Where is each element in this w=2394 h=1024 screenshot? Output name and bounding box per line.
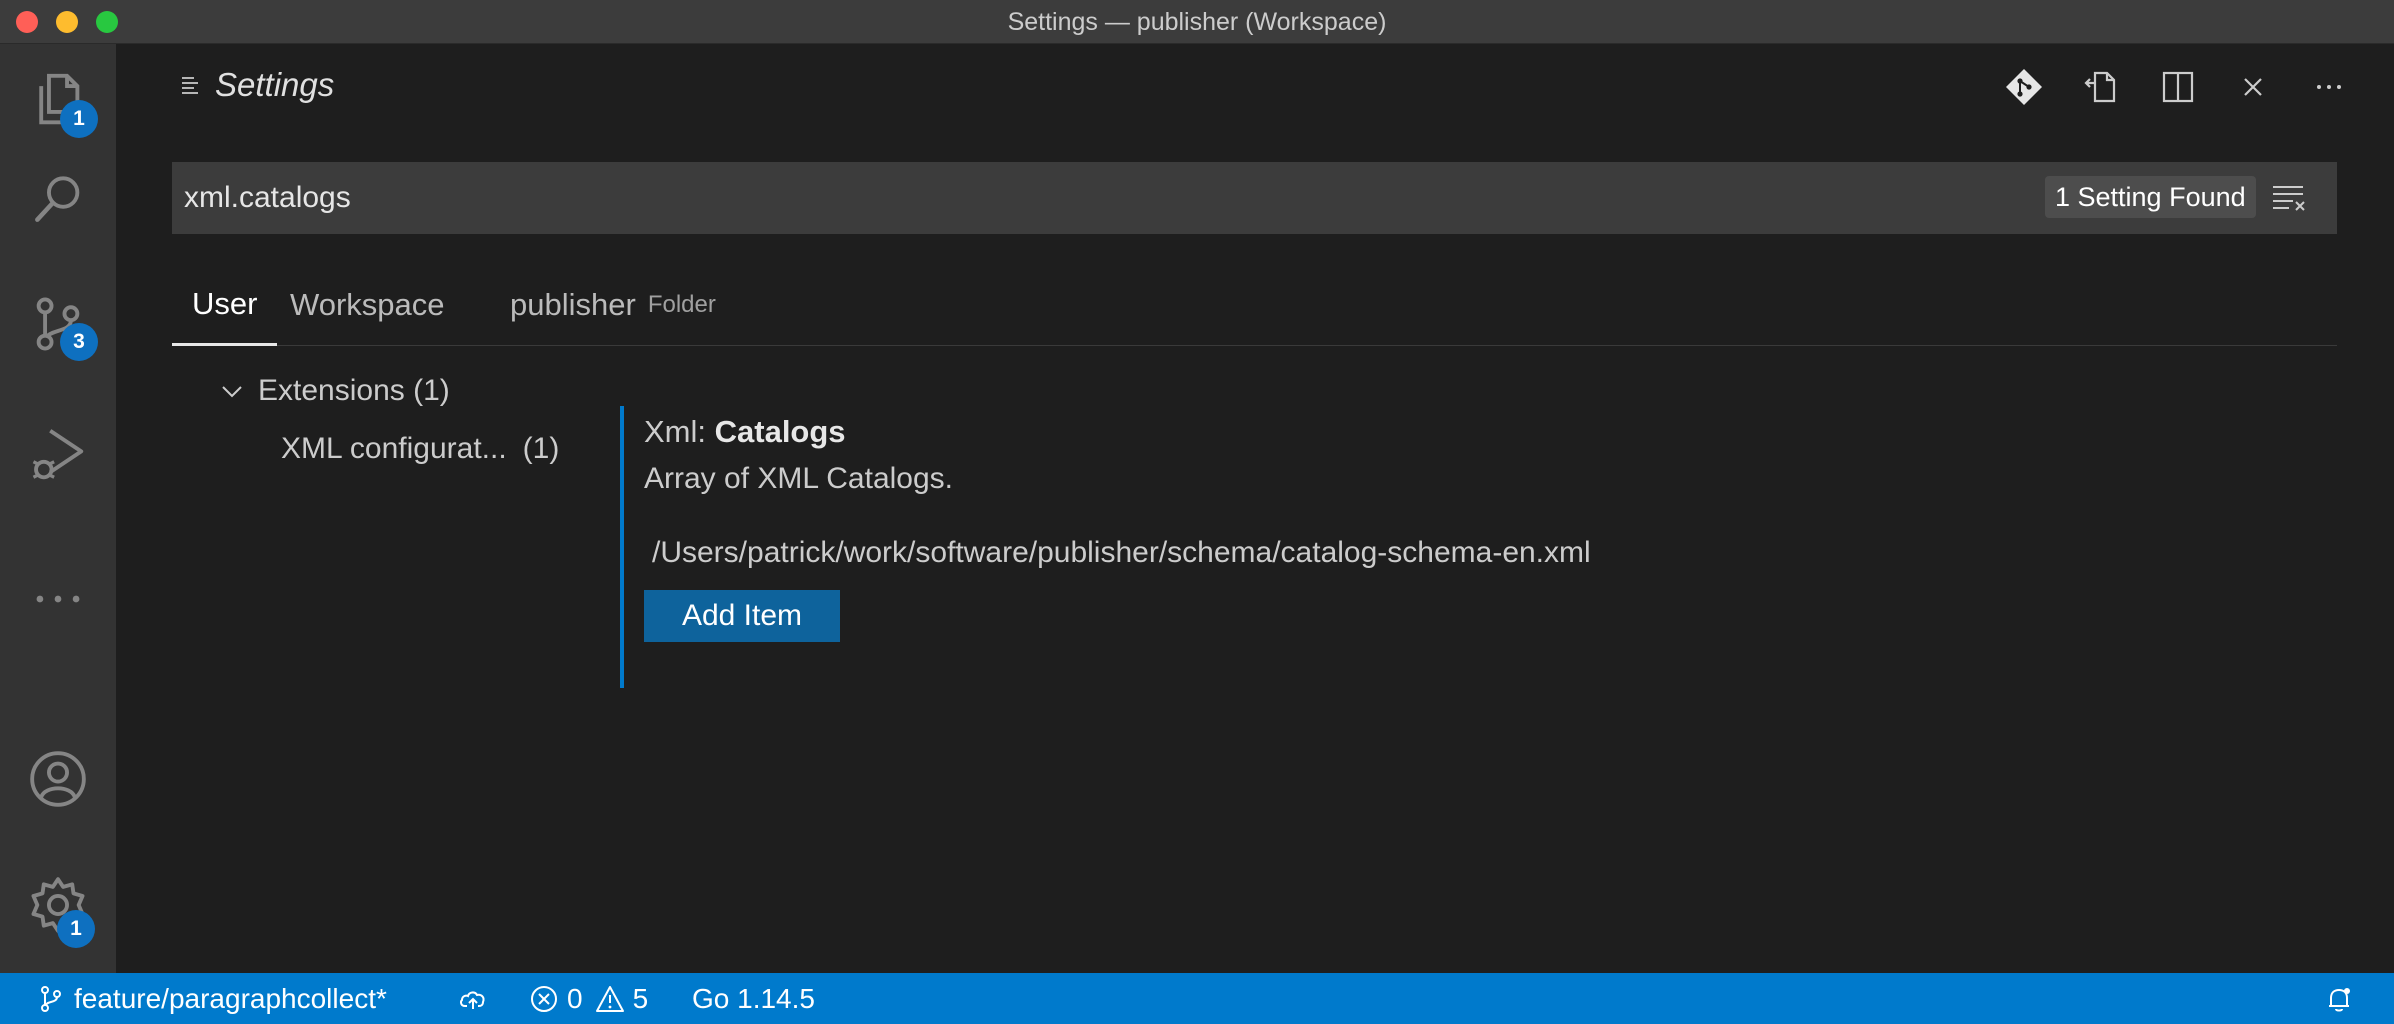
- add-item-button[interactable]: Add Item: [644, 590, 840, 642]
- tab-folder-publisher[interactable]: publisher Folder: [510, 264, 716, 346]
- status-warnings-count: 5: [632, 982, 649, 1014]
- toc-item-count: (1): [522, 432, 560, 465]
- activity-more[interactable]: [0, 544, 116, 654]
- tab-workspace-label: Workspace: [290, 287, 445, 322]
- run-debug-icon: [32, 429, 84, 480]
- status-errors-count: 0: [567, 982, 583, 1014]
- split-editor-icon: [2162, 71, 2194, 103]
- split-editor-button[interactable]: [2153, 62, 2203, 112]
- setting-title: Xml: Catalogs: [644, 414, 846, 450]
- open-settings-json-button[interactable]: [2076, 62, 2126, 112]
- git-action-button[interactable]: [1999, 62, 2049, 112]
- toc-item-xml-configuration[interactable]: XML configurat... (1): [281, 432, 559, 466]
- settings-list-icon: [182, 77, 198, 94]
- source-control-badge: 3: [60, 323, 98, 361]
- clear-filter-icon[interactable]: [2269, 178, 2309, 218]
- toc-group-label: Extensions (1): [258, 374, 450, 407]
- account-icon: [30, 751, 86, 807]
- activity-source-control[interactable]: 3: [0, 269, 116, 379]
- toc-group-extensions[interactable]: Extensions (1): [218, 374, 450, 408]
- more-icon: [36, 595, 80, 603]
- cloud-upload-icon: [460, 991, 485, 1009]
- activity-search[interactable]: [0, 144, 116, 254]
- activity-manage[interactable]: 1: [0, 850, 116, 960]
- setting-list-item[interactable]: /Users/patrick/work/software/publisher/s…: [652, 536, 1591, 570]
- settings-search-input[interactable]: [184, 162, 1964, 234]
- warning-icon: [595, 985, 624, 1012]
- activity-bar: 1 3 1: [0, 44, 116, 973]
- more-actions-button[interactable]: [2304, 62, 2354, 112]
- title-bar: Settings — publisher (Workspace): [0, 0, 2394, 44]
- setting-description: Array of XML Catalogs.: [644, 462, 954, 495]
- settings-editor: Settings xml.catalogs 1 Setting Found Us…: [116, 44, 2394, 973]
- settings-count-badge: 1 Setting Found: [2045, 176, 2256, 218]
- close-editor-button[interactable]: [2228, 62, 2278, 112]
- status-notifications[interactable]: [2324, 973, 2354, 1024]
- search-icon: [35, 176, 80, 222]
- settings-search: 1 Setting Found: [172, 162, 2337, 234]
- setting-category: Xml:: [644, 414, 715, 449]
- status-branch[interactable]: feature/paragraphcollect*: [36, 973, 387, 1024]
- status-branch-label: feature/paragraphcollect*: [74, 982, 387, 1014]
- tab-folder-label: publisher: [510, 287, 636, 322]
- tab-user-label: User: [192, 285, 258, 321]
- git-icon: [2006, 69, 2042, 105]
- error-icon: [531, 985, 557, 1012]
- chevron-down-icon: [222, 386, 242, 398]
- tab-workspace[interactable]: Workspace: [290, 264, 445, 346]
- status-go-version-label: Go 1.14.5: [692, 982, 815, 1014]
- editor-header: Settings: [116, 44, 2394, 130]
- bell-icon: [2329, 987, 2350, 1011]
- status-bar: feature/paragraphcollect* 0 5 Go 1.14.5: [0, 973, 2394, 1024]
- status-go-version[interactable]: Go 1.14.5: [692, 973, 815, 1024]
- activity-accounts[interactable]: [0, 724, 116, 834]
- close-icon: [2244, 78, 2262, 96]
- setting-xml-catalogs: Xml: Catalogs Array of XML Catalogs. /Us…: [620, 406, 2320, 688]
- git-branch-icon: [41, 985, 61, 1012]
- activity-explorer[interactable]: 1: [0, 44, 116, 154]
- toc-item-label: XML configurat...: [281, 432, 507, 465]
- status-problems[interactable]: 0 5: [529, 973, 648, 1024]
- status-sync[interactable]: [458, 973, 488, 1024]
- explorer-badge: 1: [60, 100, 98, 138]
- open-file-icon: [2084, 71, 2116, 103]
- vscode-window: Settings — publisher (Workspace) 1 3 1 S…: [0, 0, 2394, 1024]
- settings-scope-tabs: User Workspace publisher Folder: [172, 264, 2337, 346]
- tab-user[interactable]: User: [172, 264, 278, 346]
- setting-label: Catalogs: [714, 414, 846, 449]
- tab-folder-hint: Folder: [647, 291, 716, 318]
- window-title: Settings — publisher (Workspace): [1007, 8, 1387, 36]
- activity-run-debug[interactable]: [0, 399, 116, 509]
- settings-title: Settings: [215, 66, 335, 103]
- ellipsis-icon: [2317, 85, 2341, 89]
- manage-badge: 1: [57, 910, 95, 948]
